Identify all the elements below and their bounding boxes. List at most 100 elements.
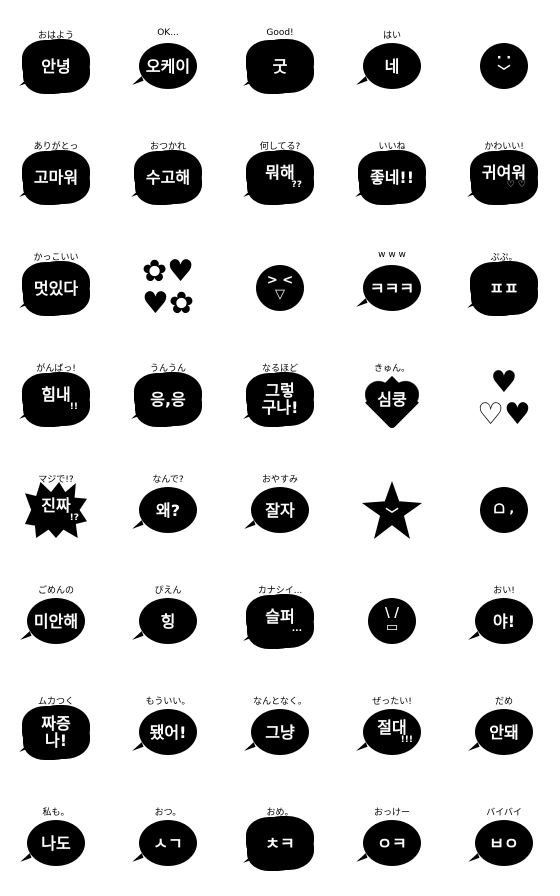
sticker-31[interactable]: ムカつく 짜증 나! (0, 670, 112, 782)
sticker-21[interactable]: マジで!? 진짜!? (0, 448, 112, 560)
sticker-caption: なんで? (152, 475, 184, 485)
sticker-caption: おい! (493, 586, 515, 596)
sticker-12[interactable]: ✿♥ ♥✿ (112, 226, 224, 338)
sticker-text: ㅋㅋㅋ (369, 278, 415, 298)
sticker-text: ㅍㅍ (489, 278, 519, 298)
icon-glyph: ᗝ ‚ (493, 502, 515, 517)
sticker-25[interactable]: ᗝ ‚ (448, 448, 560, 560)
sticker-text: 안돼 (489, 722, 519, 742)
sticker-18[interactable]: なるほど 그렇 구나! (224, 337, 336, 449)
sticker-6[interactable]: ありがとっ 고마워 (0, 115, 112, 227)
sticker-8[interactable]: 何してる? 뭐해?? (224, 115, 336, 227)
sticker-text: 힘내 (41, 385, 71, 404)
sticker-caption: はい (382, 31, 401, 41)
sticker-35[interactable]: だめ 안돼 (448, 670, 560, 782)
sticker-39[interactable]: おっけー ㅇㅋ (336, 781, 448, 893)
sticker-text: ㅇㅋ (377, 833, 407, 853)
sticker-26[interactable]: ごめんの 미안해 (0, 559, 112, 671)
sticker-20[interactable]: ♥ ♡♥ (448, 337, 560, 449)
sticker-caption: カナシイ... (257, 586, 303, 596)
sticker-15[interactable]: ぷぷ。 ㅍㅍ (448, 226, 560, 338)
sticker-text: 굿 (272, 56, 288, 76)
sticker-19[interactable]: きゅん。 심쿵 (336, 337, 448, 449)
sticker-40[interactable]: バイバイ ㅂㅇ (448, 781, 560, 893)
speech-bubble-cloud: 뭐해?? (250, 153, 310, 201)
sticker-subtext: !!! (400, 735, 413, 745)
sticker-caption: おっけー (373, 808, 410, 818)
sticker-23[interactable]: おやすみ 잘자 (224, 448, 336, 560)
speech-bubble-cloud: 그렇 구나! (250, 375, 310, 423)
sticker-subtext: ... (291, 624, 302, 634)
sticker-17[interactable]: うんうん 응,응 (112, 337, 224, 449)
sticker-38[interactable]: おめ。 ㅊㅋ (224, 781, 336, 893)
sticker-text: ㅊㅋ (265, 833, 295, 853)
sticker-caption: だめ (494, 697, 513, 707)
speech-bubble-round: 야! (475, 598, 533, 644)
sticker-text: ㅅㄱ (153, 833, 183, 853)
sticker-24[interactable]: ﹀ (336, 448, 448, 560)
speech-bubble-cloud: 안녕 (26, 42, 86, 90)
speech-bubble-cloud: ㅍㅍ (474, 264, 534, 312)
sticker-caption: なんとなく。 (253, 697, 307, 707)
sticker-16[interactable]: がんばっ! 힘내!! (0, 337, 112, 449)
sticker-caption: Good! (266, 28, 294, 38)
sticker-text: 잘자 (265, 500, 295, 520)
sticker-33[interactable]: なんとなく。 그냥 (224, 670, 336, 782)
hearts-icon: ♥ ♡♥ (469, 364, 539, 434)
sticker-29[interactable]: \ / ▭ (336, 559, 448, 671)
sticker-caption: きゅん。 (373, 364, 410, 374)
sticker-text: 짜증 나! (41, 714, 71, 750)
sticker-9[interactable]: いいね 좋네!! (336, 115, 448, 227)
sticker-2[interactable]: OK... 오케이 (112, 4, 224, 116)
grin-face-icon: > < ▽ (256, 265, 304, 311)
sticker-32[interactable]: もういい。 됐어! (112, 670, 224, 782)
speech-bubble-cloud: 수고해 (138, 153, 198, 201)
sticker-4[interactable]: はい 네 (336, 4, 448, 116)
sticker-text: 응,응 (150, 389, 186, 409)
sticker-caption: ぴえん (154, 586, 182, 596)
icon-glyph: ﹀ (385, 508, 399, 523)
sticker-36[interactable]: 私も。 나도 (0, 781, 112, 893)
sticker-caption: おめ。 (266, 808, 294, 818)
sticker-text: ㅂㅇ (489, 833, 519, 853)
sticker-text: 슬퍼 (265, 607, 295, 626)
sticker-text: 귀여워 (481, 163, 527, 182)
sticker-grid: おはよう 안녕 OK... 오케이 Good! 굿 はい 네 · · ﹀ ありがとっ 고마워 おつかれ… (0, 0, 560, 896)
sticker-28[interactable]: カナシイ... 슬퍼... (224, 559, 336, 671)
sticker-caption: いいね (378, 142, 406, 152)
sticker-caption: おつ。 (154, 808, 182, 818)
sticker-37[interactable]: おつ。 ㅅㄱ (112, 781, 224, 893)
speech-bubble-cloud: 짜증 나! (26, 708, 86, 756)
smile-face-icon: · · ﹀ (480, 43, 528, 89)
sticker-13[interactable]: > < ▽ (224, 226, 336, 338)
sticker-caption: マジで!? (38, 475, 74, 485)
sticker-3[interactable]: Good! 굿 (224, 4, 336, 116)
speech-bubble-cloud: 귀여워 ♡ ♡ (474, 153, 534, 201)
speech-bubble-round: 오케이 (139, 43, 197, 89)
sticker-11[interactable]: かっこいい 멋있다 (0, 226, 112, 338)
speech-bubble-round: 그냥 (251, 709, 309, 755)
speech-bubble-cloud: 굿 (250, 42, 310, 90)
sticker-caption: バイバイ (486, 808, 522, 818)
sticker-text: 그냥 (265, 722, 295, 742)
icon-glyph: ✿♥ ♥✿ (141, 254, 195, 321)
sticker-10[interactable]: かわいい! 귀여워 ♡ ♡ (448, 115, 560, 227)
sticker-text: 야! (492, 611, 516, 631)
sticker-1[interactable]: おはよう 안녕 (0, 4, 112, 116)
sticker-7[interactable]: おつかれ 수고해 (112, 115, 224, 227)
sticker-caption: ありがとっ (33, 142, 79, 152)
sticker-5[interactable]: · · ﹀ (448, 4, 560, 116)
sticker-30[interactable]: おい! 야! (448, 559, 560, 671)
sticker-text: 좋네!! (369, 167, 415, 187)
sticker-caption: 私も。 (42, 808, 70, 818)
sticker-34[interactable]: ぜったい! 절대!!! (336, 670, 448, 782)
speech-bubble-round: 절대!!! (363, 709, 421, 755)
sticker-text: 나도 (41, 833, 71, 853)
sticker-caption: うんうん (149, 364, 186, 374)
sticker-22[interactable]: なんで? 왜? (112, 448, 224, 560)
sticker-27[interactable]: ぴえん 힝 (112, 559, 224, 671)
sticker-subtext: !! (69, 402, 78, 412)
speech-bubble-round: 나도 (27, 820, 85, 866)
sticker-14[interactable]: w w w ㅋㅋㅋ (336, 226, 448, 338)
sticker-text: 절대 (377, 718, 407, 737)
